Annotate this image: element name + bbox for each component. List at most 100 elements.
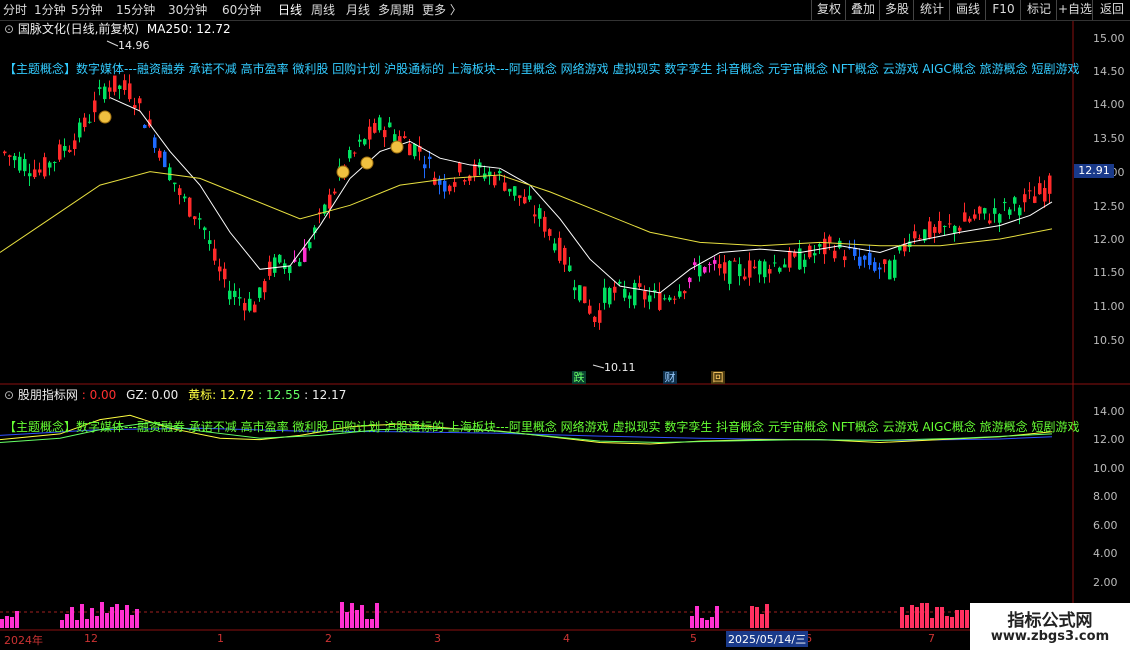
candle-body xyxy=(208,240,212,244)
candle-body xyxy=(333,191,337,194)
candle-body xyxy=(328,194,332,209)
candle-body xyxy=(858,256,862,266)
candle-body xyxy=(188,197,192,217)
candle-body xyxy=(223,268,227,280)
marker-hui[interactable]: 回 xyxy=(711,371,725,384)
signal-bar xyxy=(65,614,69,628)
candle-body xyxy=(68,149,72,152)
candle-body xyxy=(803,259,807,267)
signal-bar xyxy=(340,602,344,628)
candle-body xyxy=(123,80,127,91)
candle-body xyxy=(743,276,747,280)
price-tick: 13.50 xyxy=(1093,132,1125,145)
indicator-gz: GZ: 0.00 xyxy=(126,388,179,402)
candle-body xyxy=(443,180,447,192)
kline-chart[interactable] xyxy=(0,0,1130,650)
candle-body xyxy=(578,285,582,301)
price-tick: 12.00 xyxy=(1093,233,1125,246)
candle-body xyxy=(943,225,947,227)
candle-body xyxy=(968,218,972,222)
signal-bar xyxy=(905,615,909,628)
candle-body xyxy=(288,265,292,274)
collapse-icon[interactable]: ⊙ xyxy=(4,388,14,402)
candle-body xyxy=(913,231,917,239)
candle-body xyxy=(383,130,387,138)
candle-body xyxy=(748,260,752,278)
candle-body xyxy=(178,188,182,196)
signal-bar xyxy=(960,610,964,628)
candle-body xyxy=(573,287,577,291)
candle-body xyxy=(278,254,282,263)
indicator-header: ⊙ 股朋指标网 : 0.00 GZ: 0.00 黄标: 12.72 : 12.5… xyxy=(4,387,346,403)
candle-body xyxy=(833,250,837,259)
candle-body xyxy=(263,281,267,293)
candle-body xyxy=(413,143,417,157)
candle-body xyxy=(303,247,307,262)
indicator-tick: 14.00 xyxy=(1093,405,1125,418)
candle-body xyxy=(243,302,247,311)
signal-bar xyxy=(115,604,119,628)
signal-bar xyxy=(10,617,14,628)
candle-body xyxy=(53,162,57,164)
price-tick: 14.50 xyxy=(1093,65,1125,78)
candle-body xyxy=(93,100,97,113)
candle-body xyxy=(373,123,377,133)
signal-bar xyxy=(755,607,759,628)
candle-body xyxy=(253,304,257,313)
price-tick: 10.50 xyxy=(1093,334,1125,347)
candle-body xyxy=(163,151,167,168)
candle-body xyxy=(668,297,672,301)
candle-body xyxy=(453,182,457,187)
marker-cai[interactable]: 财 xyxy=(663,371,677,384)
date-tick: 12 xyxy=(84,632,98,645)
signal-bar xyxy=(695,606,699,628)
signal-bar xyxy=(105,613,109,628)
candle-body xyxy=(878,267,882,270)
candle-body xyxy=(348,150,352,159)
date-tick: 1 xyxy=(217,632,224,645)
candle-body xyxy=(463,180,467,182)
candle-body xyxy=(918,238,922,240)
candle-body xyxy=(538,208,542,219)
signal-bar xyxy=(900,607,904,628)
signal-bar xyxy=(915,607,919,628)
signal-bar xyxy=(85,619,89,628)
candle-body xyxy=(933,226,937,233)
candle-body xyxy=(623,288,627,298)
high-pointer xyxy=(106,40,119,47)
candle-body xyxy=(28,173,32,177)
candle-body xyxy=(478,162,482,168)
marker-die[interactable]: 跌 xyxy=(572,371,586,384)
candle-body xyxy=(693,262,697,265)
candle-body xyxy=(98,87,102,89)
candle-body xyxy=(568,265,572,272)
candle-body xyxy=(788,250,792,268)
candle-body xyxy=(588,305,592,314)
signal-bar xyxy=(95,616,99,628)
watermark-title: 指标公式网 xyxy=(1007,611,1093,631)
candle-body xyxy=(48,162,52,168)
candle-body xyxy=(543,216,547,232)
candle-body xyxy=(648,295,652,302)
candle-body xyxy=(353,152,357,154)
candle-body xyxy=(1043,188,1047,202)
candle-body xyxy=(43,157,47,177)
candle-body xyxy=(893,259,897,278)
candle-body xyxy=(608,288,612,305)
candle-body xyxy=(183,196,187,199)
price-tick: 15.00 xyxy=(1093,32,1125,45)
money-bag-icon xyxy=(390,140,404,154)
candle-body xyxy=(598,310,602,323)
signal-bar xyxy=(75,620,79,628)
candle-body xyxy=(508,188,512,192)
indicator-tick: 4.00 xyxy=(1093,547,1118,560)
candle-body xyxy=(193,216,197,220)
candle-body xyxy=(563,247,567,265)
candle-body xyxy=(103,86,107,100)
candle-body xyxy=(993,208,997,214)
high-price-label: 14.96 xyxy=(118,39,150,52)
indicator-val1: : 0.00 xyxy=(81,388,117,402)
candle-body xyxy=(228,290,232,300)
date-tick: 7 xyxy=(928,632,935,645)
signal-bar xyxy=(350,603,354,628)
